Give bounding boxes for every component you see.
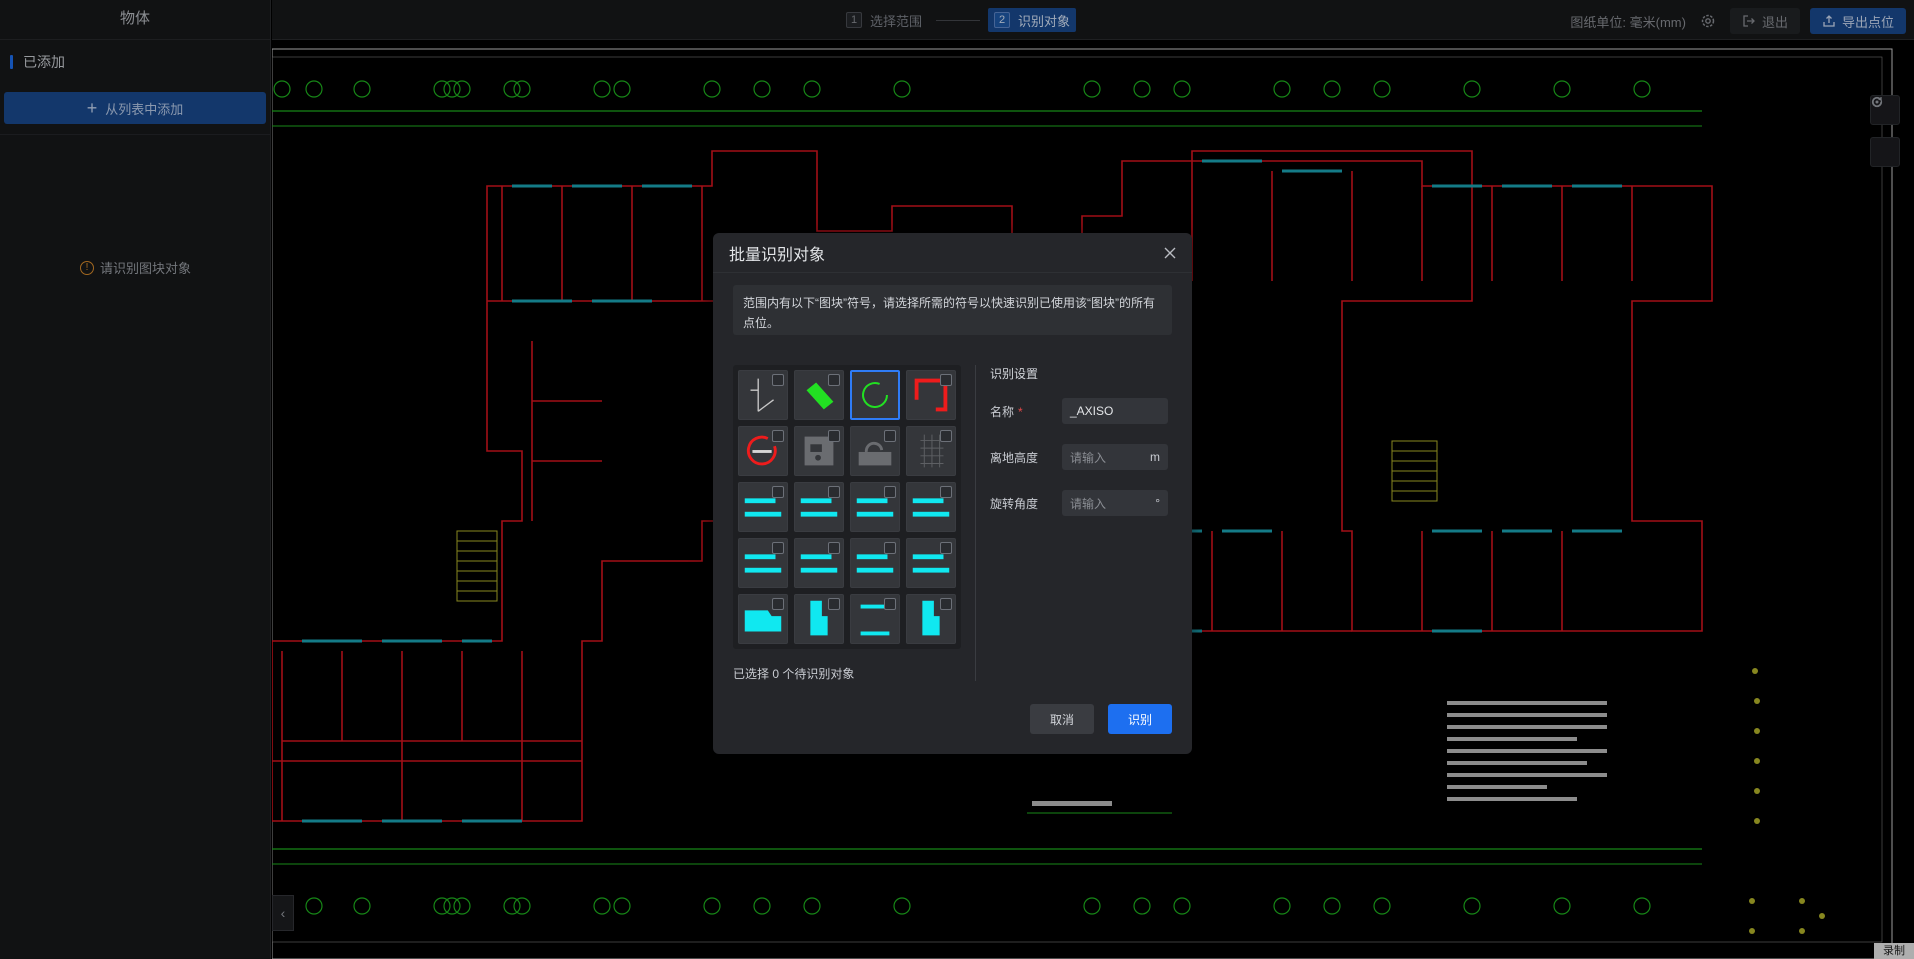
symbol-checkbox[interactable] <box>940 598 952 610</box>
symbol-checkbox[interactable] <box>772 374 784 386</box>
height-label: 离地高度 <box>990 450 1039 465</box>
dialog-header: 批量识别对象 <box>713 233 1192 273</box>
symbol-tile[interactable] <box>906 426 956 476</box>
symbol-tile[interactable] <box>850 594 900 644</box>
recognize-settings: 识别设置 名称 * _AXISO 离地高度 请输入 m 旋转角度 请输入 ° <box>990 365 1173 535</box>
symbol-tile[interactable] <box>794 370 844 420</box>
symbol-checkbox[interactable] <box>828 486 840 498</box>
name-label: 名称 * <box>990 403 1062 420</box>
symbol-checkbox[interactable] <box>940 430 952 442</box>
symbol-tile[interactable] <box>794 482 844 532</box>
symbol-tile[interactable] <box>794 538 844 588</box>
symbol-checkbox[interactable] <box>772 542 784 554</box>
dialog-body: 已选择 0 个待识别对象 识别设置 名称 * _AXISO 离地高度 请输入 m 旋… <box>733 365 1173 681</box>
dialog-notice: 范围内有以下“图块”符号，请选择所需的符号以快速识别已使用该“图块”的所有点位。 <box>733 285 1172 335</box>
batch-recognize-dialog: 批量识别对象 范围内有以下“图块”符号，请选择所需的符号以快速识别已使用该“图块… <box>713 233 1192 754</box>
green-arc-symbol-icon <box>862 382 888 408</box>
close-icon <box>1164 247 1176 259</box>
symbol-tile[interactable] <box>906 594 956 644</box>
angle-unit: ° <box>1155 496 1160 510</box>
symbol-checkbox[interactable] <box>884 542 896 554</box>
symbol-checkbox[interactable] <box>828 430 840 442</box>
height-input[interactable]: 请输入 m <box>1062 444 1168 470</box>
angle-input[interactable]: 请输入 ° <box>1062 490 1168 516</box>
name-input[interactable]: _AXISO <box>1062 398 1168 424</box>
angle-field-row: 旋转角度 请输入 ° <box>990 489 1173 517</box>
name-value: _AXISO <box>1070 404 1114 418</box>
symbol-tile[interactable] <box>738 594 788 644</box>
recognize-button[interactable]: 识别 <box>1108 704 1172 734</box>
angle-placeholder: 请输入 <box>1070 496 1107 511</box>
symbol-tile[interactable] <box>738 426 788 476</box>
symbol-checkbox[interactable] <box>940 374 952 386</box>
symbol-checkbox[interactable] <box>884 430 896 442</box>
symbol-checkbox[interactable] <box>772 598 784 610</box>
symbol-tile[interactable] <box>738 370 788 420</box>
symbol-checkbox[interactable] <box>828 598 840 610</box>
symbol-tile[interactable] <box>906 482 956 532</box>
cancel-button[interactable]: 取消 <box>1030 704 1094 734</box>
symbol-checkbox[interactable] <box>772 486 784 498</box>
name-field-row: 名称 * _AXISO <box>990 397 1173 425</box>
close-button[interactable] <box>1160 243 1180 263</box>
selected-count-text: 已选择 0 个待识别对象 <box>733 667 855 681</box>
symbol-tile[interactable] <box>738 482 788 532</box>
symbol-tile[interactable] <box>906 370 956 420</box>
symbol-tile[interactable] <box>906 538 956 588</box>
height-placeholder: 请输入 <box>1070 450 1107 465</box>
symbol-tile[interactable] <box>850 482 900 532</box>
vertical-divider <box>975 365 976 681</box>
name-label-text: 名称 <box>990 404 1015 419</box>
symbol-checkbox[interactable] <box>940 486 952 498</box>
dialog-title: 批量识别对象 <box>729 246 826 264</box>
symbol-tile[interactable] <box>850 426 900 476</box>
symbol-checkbox[interactable] <box>884 486 896 498</box>
dialog-footer: 取消 识别 <box>1030 704 1172 734</box>
symbol-tile[interactable] <box>738 538 788 588</box>
symbol-checkbox[interactable] <box>940 542 952 554</box>
symbol-checkbox[interactable] <box>828 542 840 554</box>
symbol-checkbox[interactable] <box>828 374 840 386</box>
symbol-tile[interactable] <box>794 426 844 476</box>
symbol-tile[interactable] <box>794 594 844 644</box>
symbol-tile[interactable] <box>850 538 900 588</box>
height-unit: m <box>1150 450 1160 464</box>
height-field-row: 离地高度 请输入 m <box>990 443 1173 471</box>
symbol-grid <box>733 365 961 649</box>
symbol-checkbox[interactable] <box>884 598 896 610</box>
settings-title: 识别设置 <box>990 367 1039 381</box>
angle-label: 旋转角度 <box>990 496 1039 511</box>
symbol-checkbox[interactable] <box>772 430 784 442</box>
required-marker: * <box>1018 404 1023 419</box>
symbol-tile[interactable] <box>850 370 900 420</box>
